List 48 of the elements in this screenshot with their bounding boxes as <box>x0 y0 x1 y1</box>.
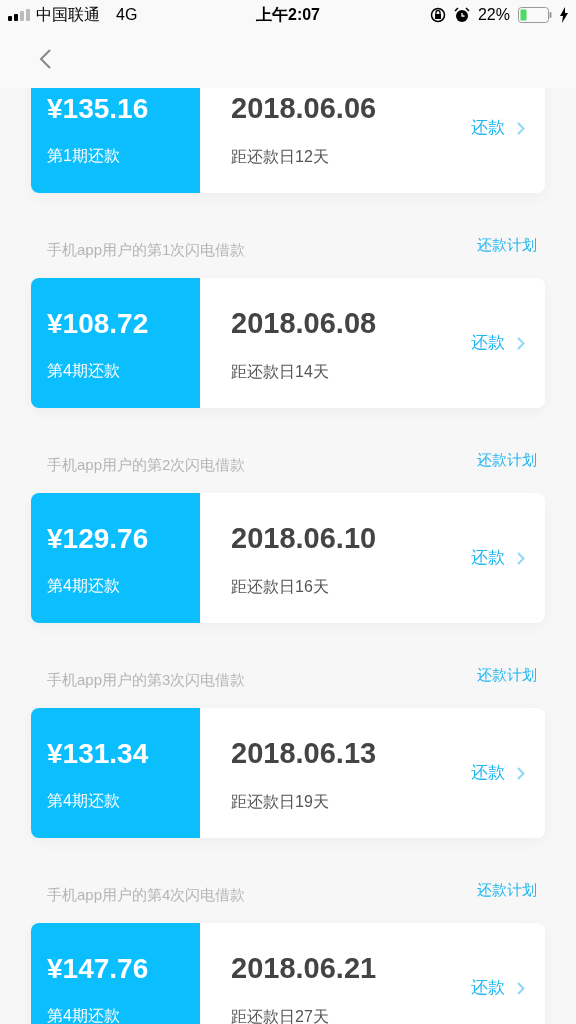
amount: ¥129.76 <box>47 522 150 556</box>
rotation-lock-icon <box>429 7 446 23</box>
installment-label: 第1期还款 <box>47 146 121 166</box>
installment-label: 第4期还款 <box>47 361 121 381</box>
loan-title: 手机app用户的第4次闪电借款 <box>47 884 246 905</box>
due-date: 2018.06.21 <box>231 951 378 987</box>
loan-title: 手机app用户的第1次闪电借款 <box>47 239 246 260</box>
repay-button[interactable]: 还款 <box>471 330 525 356</box>
chevron-icon <box>517 766 525 780</box>
repayment-plan-link[interactable]: 还款计划 <box>477 233 537 256</box>
days-remaining: 距还款日27天 <box>231 1006 330 1024</box>
amount: ¥108.72 <box>47 307 150 341</box>
network-type: 4G <box>116 5 138 25</box>
loan-title: 手机app用户的第2次闪电借款 <box>47 454 246 475</box>
repay-button[interactable]: 还款 <box>471 760 525 786</box>
charging-icon <box>560 7 568 23</box>
due-date: 2018.06.06 <box>231 91 378 127</box>
chevron-icon <box>517 121 525 135</box>
signal-icon <box>8 9 32 21</box>
back-icon[interactable] <box>38 48 52 70</box>
clock-time: 上午2:07 <box>256 5 320 25</box>
repay-button[interactable]: 还款 <box>471 115 525 141</box>
installment-label: 第4期还款 <box>47 576 121 596</box>
chevron-icon <box>517 981 525 995</box>
repayment-plan-link[interactable]: 还款计划 <box>477 878 537 901</box>
battery-percent: 22% <box>477 5 510 25</box>
installment-label: 第4期还款 <box>47 791 121 811</box>
chevron-icon <box>517 551 525 565</box>
amount: ¥147.76 <box>47 952 150 986</box>
repay-button[interactable]: 还款 <box>471 975 525 1001</box>
due-date: 2018.06.10 <box>231 521 378 557</box>
battery-icon <box>518 7 552 23</box>
alarm-icon <box>453 7 470 23</box>
due-date: 2018.06.13 <box>231 736 378 772</box>
amount: ¥131.34 <box>47 737 150 771</box>
repay-button[interactable]: 还款 <box>471 545 525 571</box>
due-date: 2018.06.08 <box>231 306 378 342</box>
loan-title: 手机app用户的第3次闪电借款 <box>47 669 246 690</box>
repayment-plan-link[interactable]: 还款计划 <box>477 663 537 686</box>
chevron-icon <box>517 336 525 350</box>
days-remaining: 距还款日19天 <box>231 791 330 812</box>
days-remaining: 距还款日12天 <box>231 146 330 167</box>
carrier-name: 中国联通 <box>36 5 100 25</box>
installment-label: 第4期还款 <box>47 1006 121 1024</box>
amount: ¥135.16 <box>47 92 150 126</box>
days-remaining: 距还款日16天 <box>231 576 330 597</box>
repayment-plan-link[interactable]: 还款计划 <box>477 448 537 471</box>
days-remaining: 距还款日14天 <box>231 361 330 382</box>
